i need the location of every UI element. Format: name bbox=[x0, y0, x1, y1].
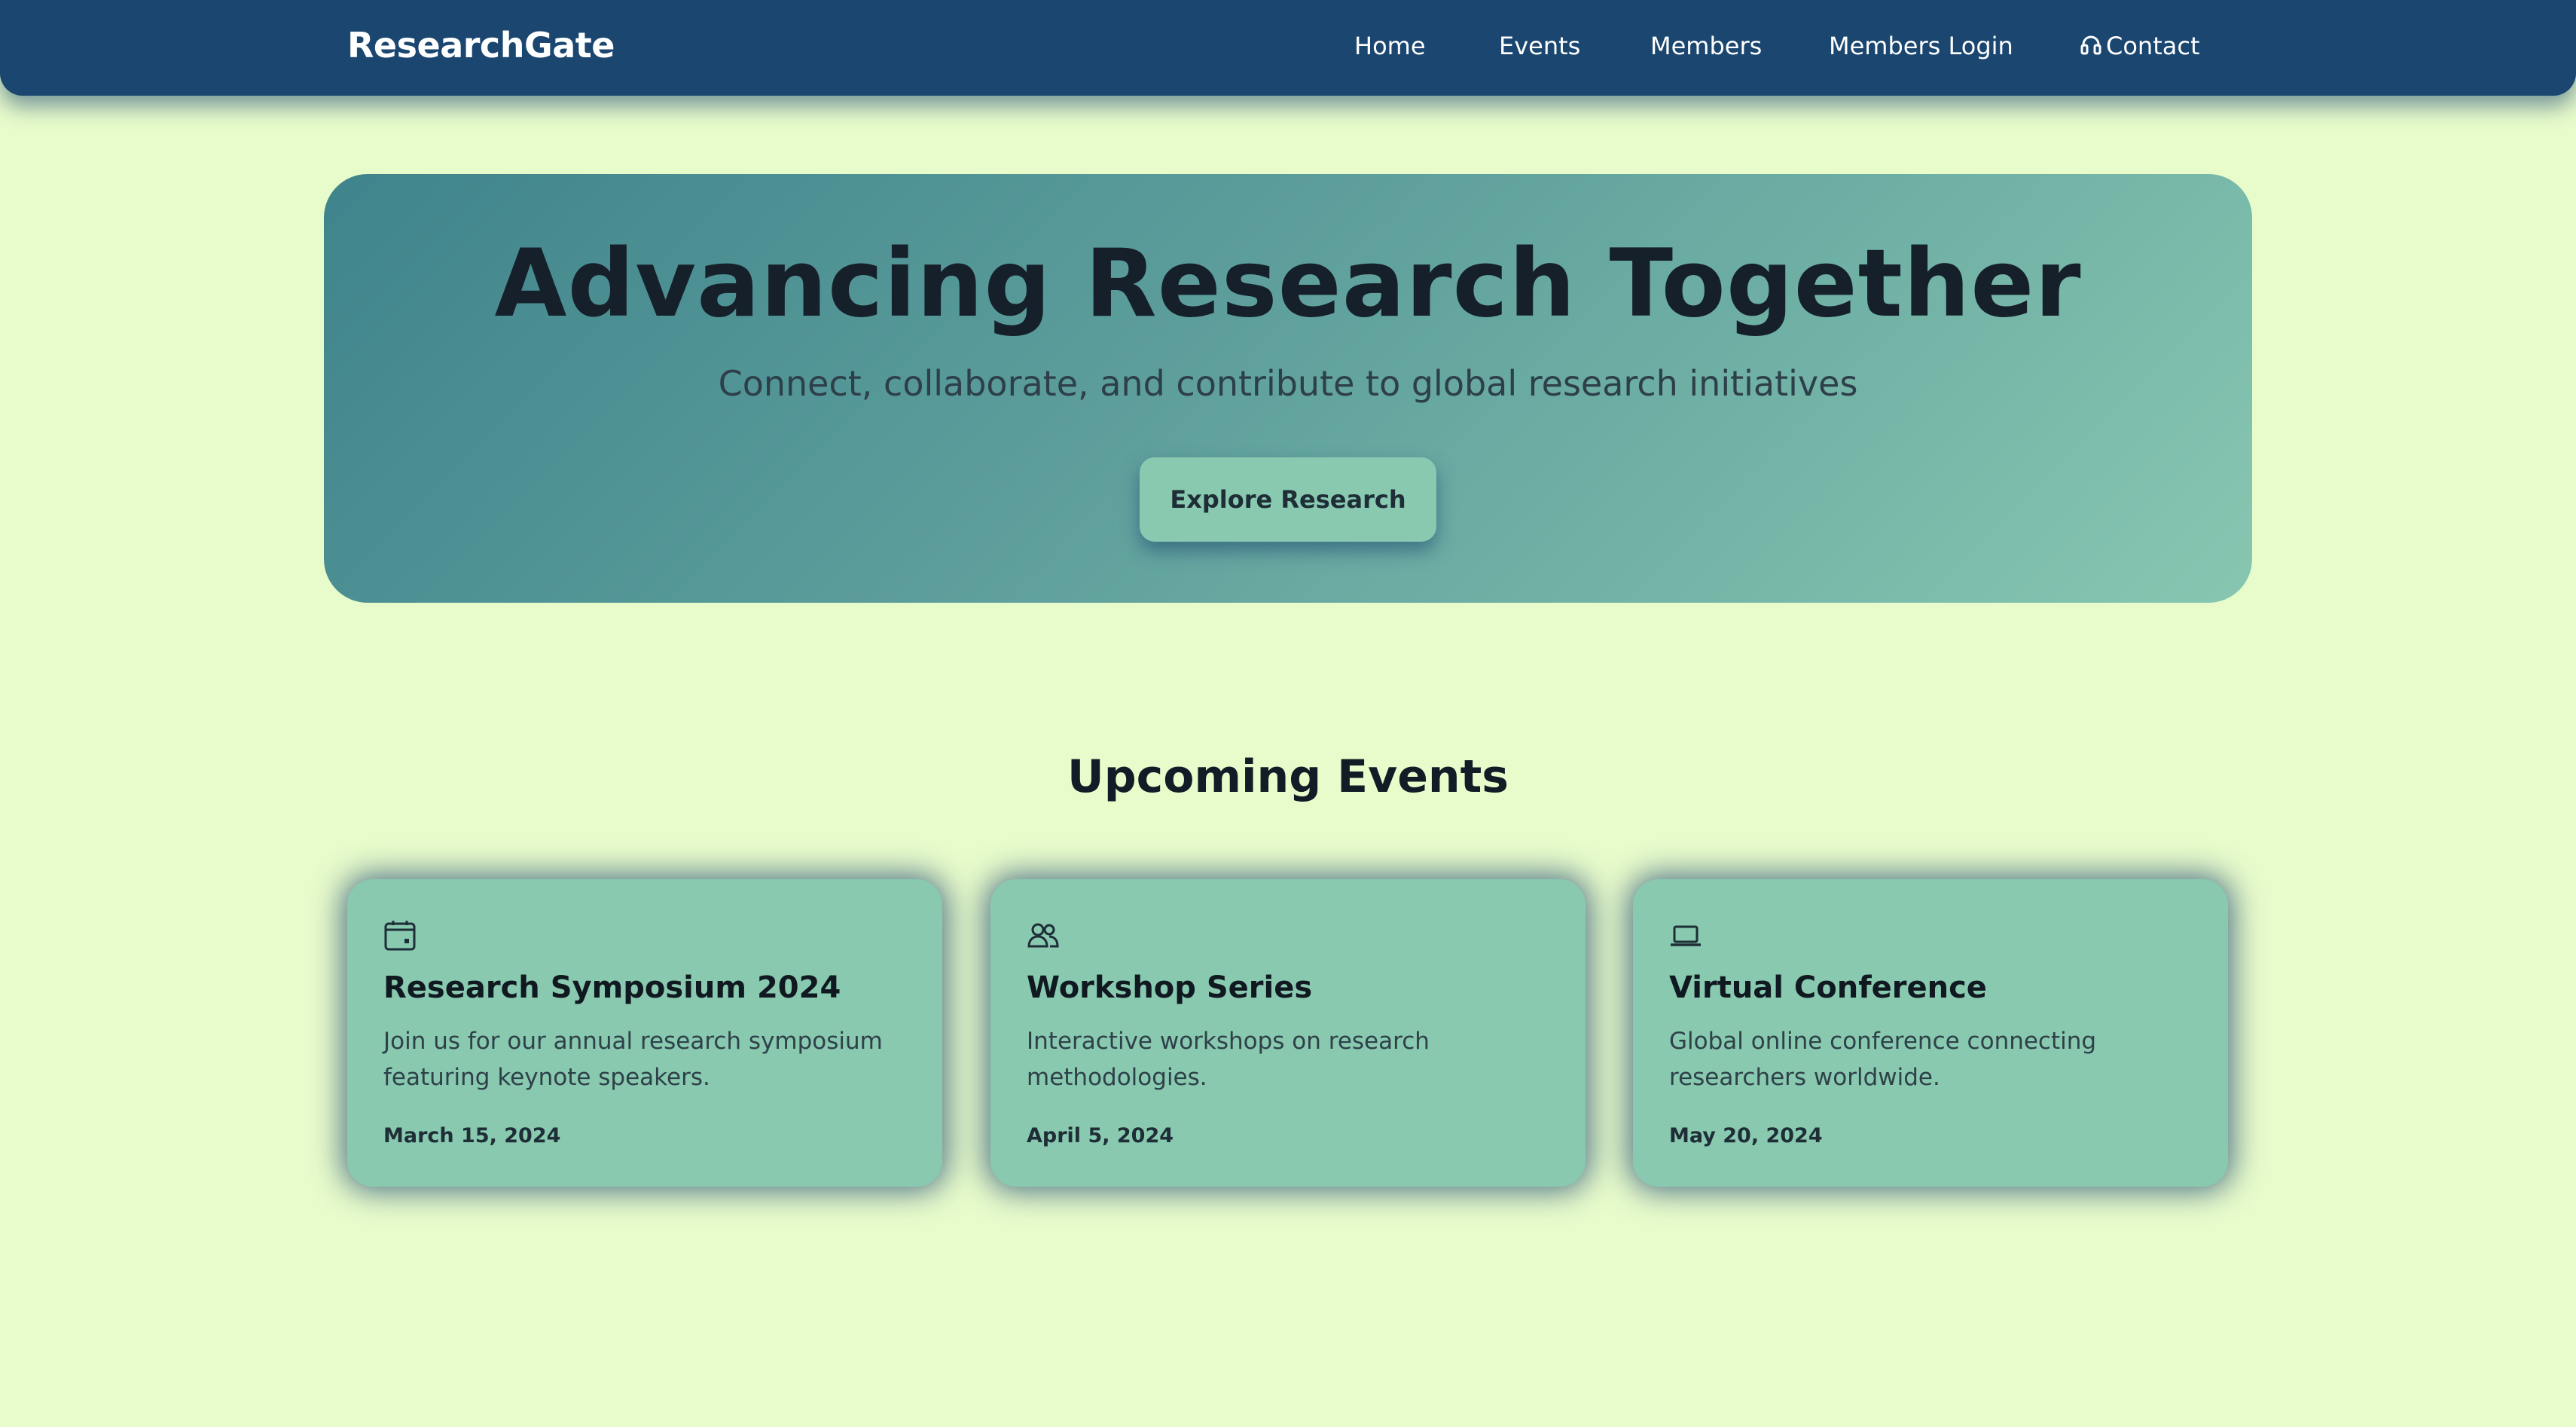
headset-icon bbox=[2080, 34, 2101, 63]
laptop-icon bbox=[1669, 919, 1702, 952]
nav-link-contact[interactable]: Contact bbox=[2080, 32, 2200, 63]
event-card[interactable]: Virtual Conference Global online confere… bbox=[1633, 879, 2228, 1187]
event-card-description: Join us for our annual research symposiu… bbox=[383, 1028, 883, 1091]
event-card[interactable]: Workshop Series Interactive workshops on… bbox=[990, 879, 1586, 1187]
event-card[interactable]: Research Symposium 2024 Join us for our … bbox=[347, 879, 942, 1187]
event-card-title: Virtual Conference bbox=[1669, 970, 1987, 1005]
nav-link-members-login[interactable]: Members Login bbox=[1829, 32, 2013, 60]
nav-link-members[interactable]: Members bbox=[1650, 32, 1762, 60]
top-navbar: ResearchGate Home Events Members Members… bbox=[0, 0, 2576, 96]
event-card-description: Interactive workshops on research method… bbox=[1027, 1028, 1430, 1091]
event-card-title: Research Symposium 2024 bbox=[383, 970, 841, 1005]
event-card-date: May 20, 2024 bbox=[1669, 1124, 1823, 1147]
nav-link-home[interactable]: Home bbox=[1354, 32, 1426, 60]
hero-title: Advancing Research Together bbox=[494, 230, 2082, 338]
explore-research-button[interactable]: Explore Research bbox=[1140, 457, 1436, 542]
event-card-date: April 5, 2024 bbox=[1027, 1124, 1174, 1147]
hero-banner: Advancing Research Together Connect, col… bbox=[324, 174, 2252, 603]
nav-link-contact-label: Contact bbox=[2106, 32, 2200, 60]
nav-links: Home Events Members Members Login Contac… bbox=[0, 32, 2576, 69]
hero-subtitle: Connect, collaborate, and contribute to … bbox=[718, 363, 1858, 404]
event-card-description: Global online conference connecting rese… bbox=[1669, 1028, 2097, 1091]
event-card-date: March 15, 2024 bbox=[383, 1124, 561, 1147]
nav-link-events[interactable]: Events bbox=[1499, 32, 1580, 60]
users-icon bbox=[1027, 919, 1060, 952]
events-section-title: Upcoming Events bbox=[1067, 750, 1509, 803]
calendar-icon bbox=[383, 919, 417, 952]
event-card-title: Workshop Series bbox=[1027, 970, 1313, 1005]
